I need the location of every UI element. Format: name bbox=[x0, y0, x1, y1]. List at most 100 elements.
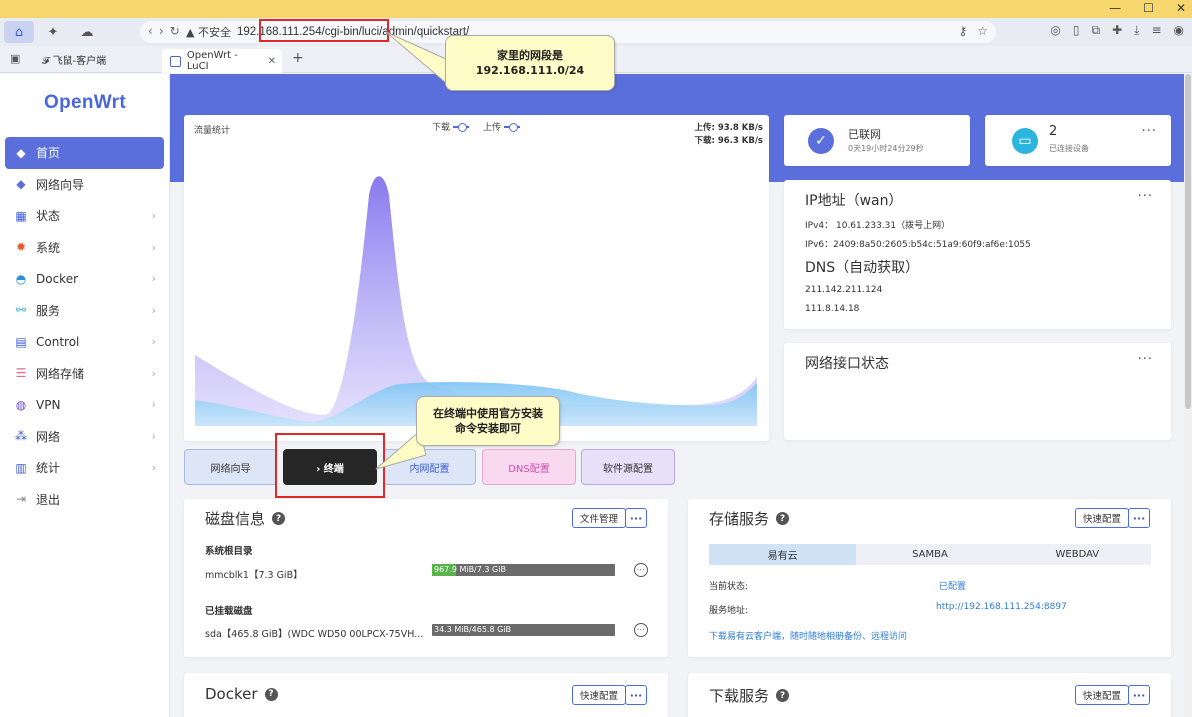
storage-card: 存储服务? 快速配置 ··· 易有云 SAMBA WEBDAV 当前状态: 已配… bbox=[688, 499, 1171, 657]
page-scrollbar[interactable] bbox=[1184, 74, 1192, 717]
sidebar-item-label: 统计 bbox=[36, 461, 61, 476]
help-icon[interactable]: ? bbox=[776, 689, 790, 702]
forward-icon[interactable]: › bbox=[159, 24, 164, 38]
security-label: 不安全 bbox=[197, 26, 231, 39]
new-tab-icon[interactable]: + bbox=[292, 50, 304, 66]
callout-subnet: 家里的网段是 192.168.111.0/24 bbox=[445, 35, 615, 91]
download-icon[interactable]: ⤓ bbox=[1134, 23, 1139, 38]
scrollbar-thumb[interactable] bbox=[1185, 74, 1191, 409]
sidebar-item-network[interactable]: ⁂ 网络 › bbox=[5, 421, 164, 453]
cube-icon: ◆ bbox=[16, 145, 26, 160]
download-config-button[interactable]: 快速配置 bbox=[1075, 685, 1129, 705]
sidebar-item-vpn[interactable]: ◍ VPN › bbox=[5, 389, 164, 421]
sidebar-item-wizard[interactable]: ◆ 网络向导 bbox=[5, 169, 164, 201]
quick-config-button[interactable]: 快速配置 bbox=[1075, 508, 1129, 528]
docker-title: Docker bbox=[205, 685, 258, 703]
tab-webdav[interactable]: WEBDAV bbox=[1004, 544, 1151, 565]
chevron-right-icon: › bbox=[151, 461, 156, 475]
key-icon[interactable]: ⚷ bbox=[958, 24, 967, 38]
ip-title: IP地址（wan） bbox=[805, 193, 903, 209]
traffic-chart bbox=[195, 176, 757, 426]
more-icon[interactable]: ··· bbox=[1138, 189, 1153, 204]
service-address-link[interactable]: http://192.168.111.254:8897 bbox=[936, 602, 1067, 612]
dns-config-button[interactable]: DNS配置 bbox=[482, 449, 576, 485]
sidebar-item-status[interactable]: ▦ 状态 › bbox=[5, 200, 164, 232]
ai-icon[interactable]: ✦ bbox=[38, 21, 68, 43]
tab-samba[interactable]: SAMBA bbox=[856, 544, 1003, 565]
file-manager-button[interactable]: 文件管理 bbox=[572, 508, 626, 528]
maximize-icon[interactable]: ☐ bbox=[1143, 1, 1154, 15]
reload-icon[interactable]: ↻ bbox=[170, 24, 180, 38]
traffic-card: 流量统计 下载 上传 上传: 93.8 KB/s 下载: 96.3 KB/s bbox=[184, 115, 769, 441]
more-icon[interactable]: ··· bbox=[625, 685, 647, 705]
menu-icon[interactable]: ≡ bbox=[1151, 23, 1161, 38]
network-status-label: 已联网 bbox=[848, 128, 881, 141]
sidebar-item-storage[interactable]: ☰ 网络存储 › bbox=[5, 358, 164, 390]
gear-icon: ✹ bbox=[15, 240, 27, 255]
sidebar-toggle-icon[interactable]: ▣ bbox=[10, 52, 20, 65]
interfaces-card: 网络接口状态 ··· bbox=[784, 343, 1171, 440]
bookmark-item[interactable]: 𝓕 飞鼠-客户端 bbox=[42, 52, 106, 67]
callout-terminal: 在终端中使用官方安装 命令安装即可 bbox=[416, 396, 560, 446]
legend-download-label: 下载 bbox=[432, 123, 451, 133]
more-icon[interactable]: ··· bbox=[1128, 685, 1150, 705]
close-icon[interactable]: ✕ bbox=[1176, 1, 1186, 15]
devices-count: 2 bbox=[1049, 124, 1058, 139]
back-icon[interactable]: ‹ bbox=[148, 24, 153, 38]
star-icon[interactable]: ☆ bbox=[977, 24, 988, 38]
chevron-right-icon: › bbox=[151, 429, 156, 443]
uptime-value: 0天19小时24分29秒 bbox=[848, 144, 924, 153]
security-warning[interactable]: ▲ 不安全 bbox=[186, 24, 231, 40]
download-rate: 下载: 96.3 KB/s bbox=[694, 136, 763, 146]
account-icon[interactable]: ◉ bbox=[1174, 23, 1184, 38]
sidebar-item-label: Docker bbox=[36, 271, 79, 286]
podcast-icon[interactable]: ◎ bbox=[1050, 23, 1060, 38]
more-icon[interactable]: ··· bbox=[1142, 124, 1157, 139]
sidebar-item-label: 网络存储 bbox=[36, 366, 85, 381]
network-status-card: ✓ 已联网 0天19小时24分29秒 bbox=[784, 115, 970, 166]
sidebar-item-home[interactable]: ◆ 首页 bbox=[5, 137, 164, 169]
home-icon[interactable]: ⌂ bbox=[4, 21, 34, 43]
sidebar-item-logout[interactable]: ⇥ 退出 bbox=[5, 484, 164, 516]
root-device: mmcblk1【7.3 GiB】 bbox=[205, 570, 303, 581]
help-icon[interactable]: ? bbox=[776, 512, 790, 525]
help-icon[interactable]: ? bbox=[272, 512, 286, 525]
mounted-usage-bar: 34.3 MiB/465.8 GiB bbox=[432, 624, 615, 636]
docker-config-button[interactable]: 快速配置 bbox=[572, 685, 626, 705]
tab-yiyouyun[interactable]: 易有云 bbox=[709, 544, 857, 565]
browser-tab[interactable]: OpenWrt - LuCI ✕ bbox=[162, 49, 282, 73]
download-client-link[interactable]: 下载易有云客户端，随时随地相册备份、远程访问 bbox=[709, 629, 907, 642]
software-source-button[interactable]: 软件源配置 bbox=[581, 449, 675, 485]
tab-close-icon[interactable]: ✕ bbox=[268, 56, 276, 67]
extension-icon[interactable]: ⧉ bbox=[1092, 23, 1101, 38]
sidebar-item-stats[interactable]: ▥ 统计 › bbox=[5, 452, 164, 484]
cloud-icon[interactable]: ☁ bbox=[72, 21, 102, 43]
sidebar-item-control[interactable]: ▤ Control › bbox=[5, 326, 164, 358]
sidebar-item-system[interactable]: ✹ 系统 › bbox=[5, 232, 164, 264]
chevron-right-icon: › bbox=[151, 366, 156, 380]
mounted-device: sda【465.8 GiB】(WDC WD50 00LPCX-75VH... bbox=[205, 629, 424, 640]
upload-rate: 上传: 93.8 KB/s bbox=[694, 123, 763, 133]
phone-icon[interactable]: ▯ bbox=[1073, 23, 1080, 38]
chevron-right-icon: › bbox=[151, 303, 156, 317]
legend-upload[interactable]: 上传 bbox=[483, 120, 521, 133]
legend-download[interactable]: 下载 bbox=[432, 120, 470, 133]
more-icon[interactable]: ··· bbox=[1128, 508, 1150, 528]
docker-card: Docker? 快速配置 ··· bbox=[184, 673, 668, 717]
openwrt-logo[interactable]: OpenWrt bbox=[44, 92, 126, 114]
sidebar-item-label: 网络向导 bbox=[36, 177, 85, 192]
more-icon[interactable]: ··· bbox=[634, 563, 648, 577]
sidebar-item-services[interactable]: ⚯ 服务 › bbox=[5, 295, 164, 327]
docker-title-row: Docker? bbox=[205, 685, 278, 703]
wizard-button[interactable]: 网络向导 bbox=[184, 449, 277, 485]
more-icon[interactable]: ··· bbox=[1138, 352, 1153, 367]
more-icon[interactable]: ··· bbox=[634, 623, 648, 637]
help-icon[interactable]: ? bbox=[264, 687, 278, 701]
sidebar-item-docker[interactable]: ◓ Docker › bbox=[5, 263, 164, 295]
status-label: 当前状态: bbox=[709, 582, 749, 592]
ipv6-value: IPv6：2409:8a50:2605:b54c:51a9:60f9:af6e:… bbox=[805, 240, 1031, 250]
sidebar-item-label: 退出 bbox=[36, 492, 61, 507]
more-icon[interactable]: ··· bbox=[625, 508, 647, 528]
puzzle-icon[interactable]: ✚ bbox=[1112, 23, 1122, 38]
minimize-icon[interactable]: — bbox=[1109, 1, 1121, 15]
